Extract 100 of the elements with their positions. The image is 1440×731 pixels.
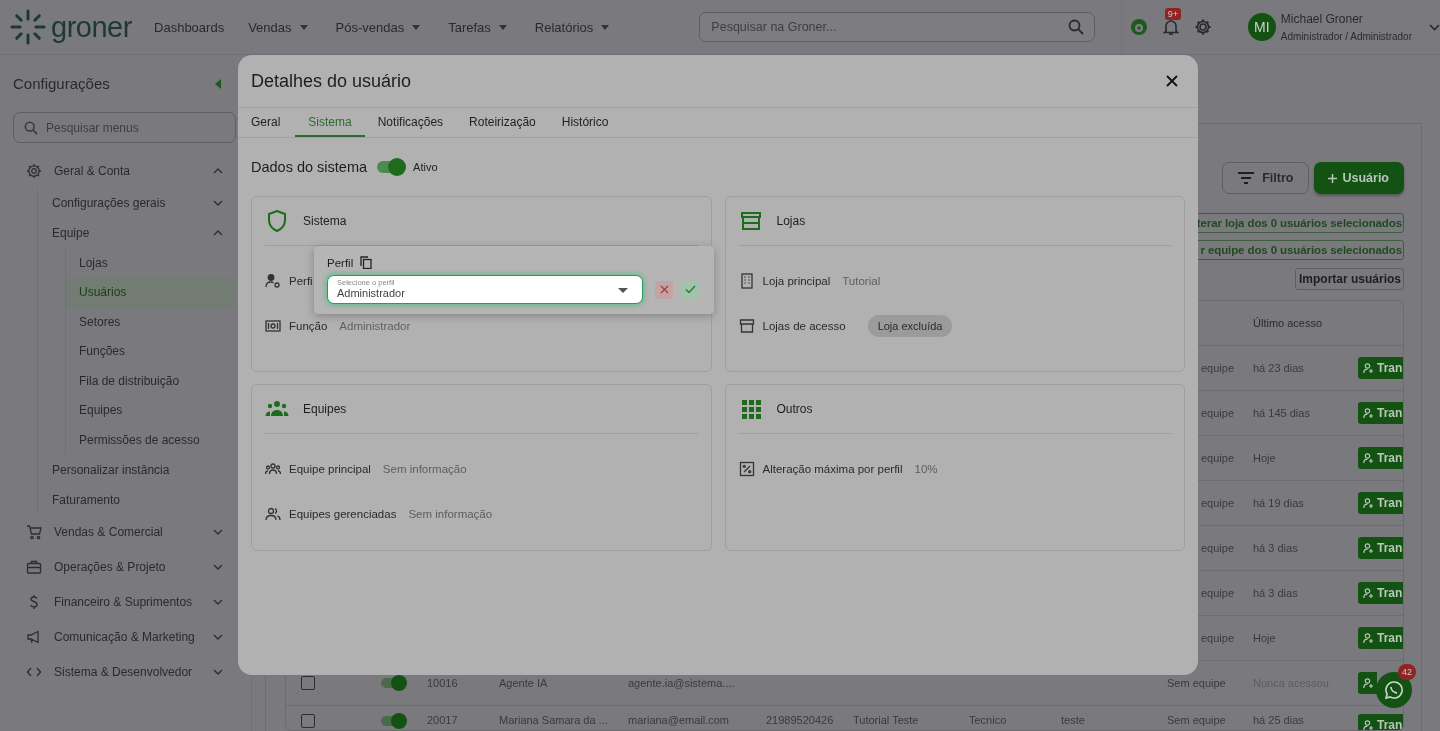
sidebar-item[interactable]: Permissões de acesso <box>66 425 236 455</box>
table-cell-text: equipe <box>1200 542 1236 554</box>
search-icon <box>24 120 38 135</box>
toggle-switch[interactable] <box>381 678 405 688</box>
table-cell-text: Mariana Samara da ... <box>499 714 609 726</box>
sidebar-item[interactable]: Equipes <box>66 395 236 425</box>
toggle-switch[interactable] <box>381 716 405 726</box>
user-icon <box>1363 407 1374 419</box>
close-icon <box>659 285 669 294</box>
transfer-button[interactable]: Tran <box>1358 402 1403 424</box>
sidebar-item[interactable]: Setores <box>66 307 236 337</box>
copy-icon[interactable] <box>360 256 373 269</box>
nav-menu[interactable]: Pós-vendas <box>335 19 421 35</box>
caret-icon <box>412 24 421 30</box>
dialog-title: Detalhes do usuário <box>251 70 412 92</box>
cancel-button[interactable] <box>655 280 673 299</box>
filter-button[interactable]: Filtro <box>1222 162 1310 194</box>
tab[interactable]: Histórico <box>548 108 622 137</box>
field-value: Tutorial <box>842 274 881 287</box>
table-cell-text: Hoje <box>1253 452 1277 464</box>
filter-icon <box>1238 172 1255 184</box>
checkbox[interactable] <box>301 676 315 690</box>
nav-menu[interactable]: Relatórios <box>534 19 610 35</box>
sidebar-item[interactable]: Operações & Projeto <box>0 549 251 585</box>
table-cell-text: há 3 dias <box>1253 587 1299 599</box>
confirm-button[interactable] <box>681 280 699 299</box>
sidebar-title: Configurações <box>13 75 110 92</box>
sidebar-item[interactable]: Vendas & Comercial <box>0 514 251 550</box>
tab[interactable]: Geral <box>251 108 296 137</box>
nav-menu[interactable]: Dashboards <box>154 19 225 35</box>
search-field[interactable]: Pesquisar menus <box>44 112 225 143</box>
sidebar-item[interactable]: Usuários <box>66 277 236 307</box>
field-label: Equipes gerenciadas <box>289 507 397 520</box>
card-title: Equipes <box>303 402 347 416</box>
chevron-down-icon[interactable] <box>1429 23 1440 31</box>
table-cell-text: equipe <box>1200 632 1236 644</box>
table-cell-text: teste <box>1061 714 1086 726</box>
table-cell-text: Hoje <box>1253 632 1277 644</box>
card-title: Lojas <box>776 214 806 228</box>
tab[interactable]: Roteirização <box>456 108 549 137</box>
user-role: Administrador / Administrador <box>1280 31 1412 42</box>
card-title: Sistema <box>303 214 347 228</box>
plus-icon <box>1328 173 1338 183</box>
table-cell-text: Tecnico <box>969 714 1008 726</box>
id-card-icon <box>265 317 281 334</box>
bell-icon[interactable] <box>1162 18 1179 36</box>
user-icon <box>1363 677 1374 689</box>
tab[interactable]: Notificações <box>364 108 457 137</box>
transfer-button[interactable]: Tran <box>1358 627 1403 649</box>
collapse-icon[interactable] <box>215 78 221 89</box>
logo-icon <box>9 8 47 46</box>
add-user-button[interactable]: Usuário <box>1314 162 1404 194</box>
sidebar-item[interactable]: Geral & Conta <box>0 153 251 188</box>
store-tag: Loja excluída <box>867 314 953 337</box>
sidebar-item[interactable]: Sistema & Desenvolvedor <box>0 654 251 690</box>
sidebar-item[interactable]: Equipe <box>38 218 251 248</box>
storefront-icon <box>738 209 763 233</box>
transfer-button[interactable]: Tran <box>1358 357 1403 379</box>
import-button[interactable]: Importar usuários <box>1294 268 1404 290</box>
caret-icon <box>618 288 628 293</box>
nav-menu[interactable]: Tarefas <box>448 19 507 35</box>
table-cell-text: equipe <box>1200 407 1236 419</box>
table-cell-text: equipe <box>1200 497 1236 509</box>
sidebar-item[interactable]: Fila de distribuição <box>66 366 236 396</box>
transfer-button[interactable]: Tran <box>1358 447 1403 469</box>
transfer-button[interactable] <box>1358 672 1377 694</box>
close-icon[interactable] <box>1166 75 1178 87</box>
megaphone-icon <box>26 629 42 645</box>
field-label: Perfi <box>289 274 313 287</box>
column-header: Último acesso <box>1253 317 1324 329</box>
tab[interactable]: Sistema <box>295 108 365 137</box>
user-icon <box>1363 719 1374 730</box>
toggle-switch[interactable] <box>377 161 404 173</box>
checkbox[interactable] <box>301 714 315 728</box>
avatar[interactable]: MI <box>1247 13 1276 41</box>
user-name: Michael Groner <box>1280 12 1364 26</box>
transfer-button[interactable]: Tran <box>1358 582 1403 604</box>
store-icon <box>738 317 755 334</box>
gear-icon <box>26 162 42 179</box>
bulk-action-button[interactable]: r equipe dos 0 usuários selecionados <box>1195 240 1404 260</box>
sidebar-item[interactable]: Financeiro & Suprimentos <box>0 584 251 620</box>
transfer-button[interactable]: Tran <box>1358 537 1403 559</box>
sidebar-item[interactable]: Comunicação & Marketing <box>0 619 251 655</box>
user-icon <box>1363 587 1374 599</box>
sidebar-item[interactable]: Configurações gerais <box>38 188 251 218</box>
sidebar-item[interactable]: Lojas <box>66 248 236 278</box>
check-icon <box>684 285 696 294</box>
nav-menu[interactable]: Vendas <box>248 19 308 35</box>
field-value: Administrador <box>339 319 411 332</box>
user-icon <box>1363 542 1374 554</box>
table-cell-text: equipe <box>1200 587 1236 599</box>
table-cell-text: Sem equipe <box>1167 677 1227 689</box>
toggle-label: Ativo <box>413 161 438 173</box>
sidebar-item[interactable]: Funções <box>66 336 236 366</box>
transfer-button[interactable]: Tran <box>1358 714 1403 730</box>
search-box[interactable]: Pesquisar menus <box>13 112 236 143</box>
search-icon <box>1067 19 1084 35</box>
field-value: Sem informação <box>382 462 467 475</box>
settings-icon[interactable] <box>1193 18 1212 36</box>
transfer-button[interactable]: Tran <box>1358 492 1403 514</box>
